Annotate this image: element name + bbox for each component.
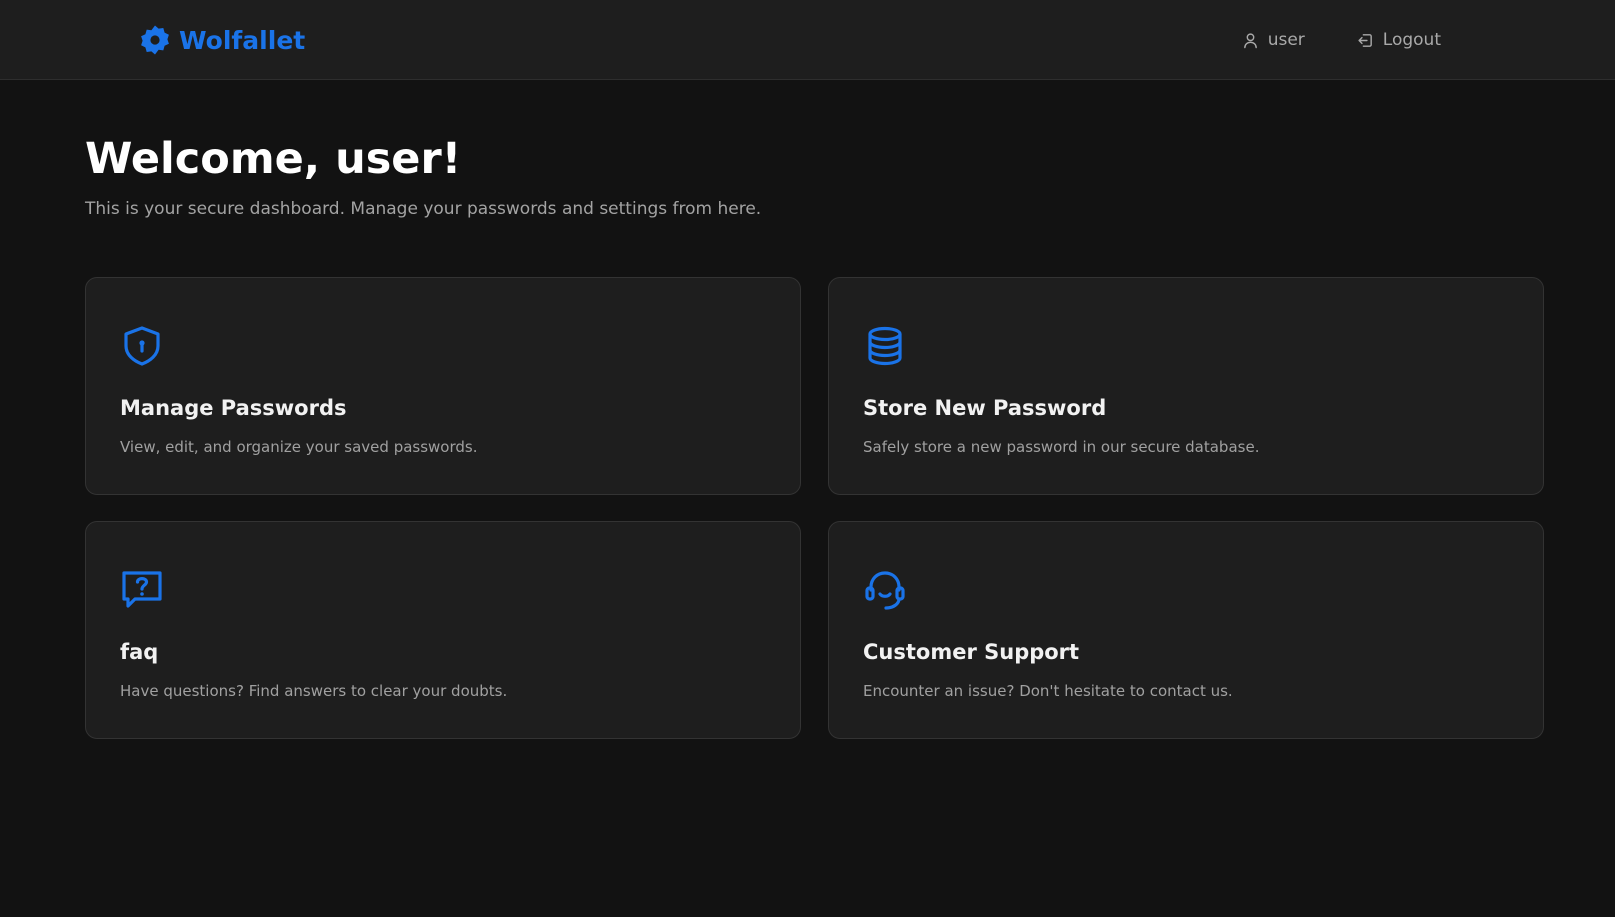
card-description: Safely store a new password in our secur… <box>863 438 1260 456</box>
logout-icon <box>1357 32 1374 49</box>
brand-name: Wolfallet <box>179 25 306 55</box>
page-title: Welcome, user! <box>85 134 462 184</box>
page-subtitle: This is your secure dashboard. Manage yo… <box>85 199 762 219</box>
question-chat-icon <box>120 568 164 612</box>
navbar: Wolfallet user Logout <box>0 0 1615 80</box>
card-description: Encounter an issue? Don't hesitate to co… <box>863 682 1233 700</box>
database-icon <box>863 324 907 368</box>
card-title: Customer Support <box>863 640 1080 664</box>
card-title: faq <box>120 640 159 664</box>
gear-badge-icon <box>139 24 171 56</box>
logout-link[interactable]: Logout <box>1357 30 1441 50</box>
card-store-new-password[interactable]: Store New Password Safely store a new pa… <box>828 277 1544 495</box>
brand-logo-link[interactable]: Wolfallet <box>139 20 305 60</box>
card-faq[interactable]: faq Have questions? Find answers to clea… <box>85 521 801 739</box>
user-icon <box>1242 32 1259 49</box>
headset-icon <box>863 568 907 612</box>
navbar-actions: user Logout <box>1242 24 1441 56</box>
card-customer-support[interactable]: Customer Support Encounter an issue? Don… <box>828 521 1544 739</box>
card-description: View, edit, and organize your saved pass… <box>120 438 478 456</box>
card-manage-passwords[interactable]: Manage Passwords View, edit, and organiz… <box>85 277 801 495</box>
user-label: user <box>1267 30 1305 50</box>
user-profile-link[interactable]: user <box>1242 30 1305 50</box>
card-description: Have questions? Find answers to clear yo… <box>120 682 508 700</box>
logout-label: Logout <box>1382 30 1441 50</box>
card-title: Store New Password <box>863 396 1107 420</box>
card-title: Manage Passwords <box>120 396 347 420</box>
shield-keyhole-icon <box>120 324 164 368</box>
